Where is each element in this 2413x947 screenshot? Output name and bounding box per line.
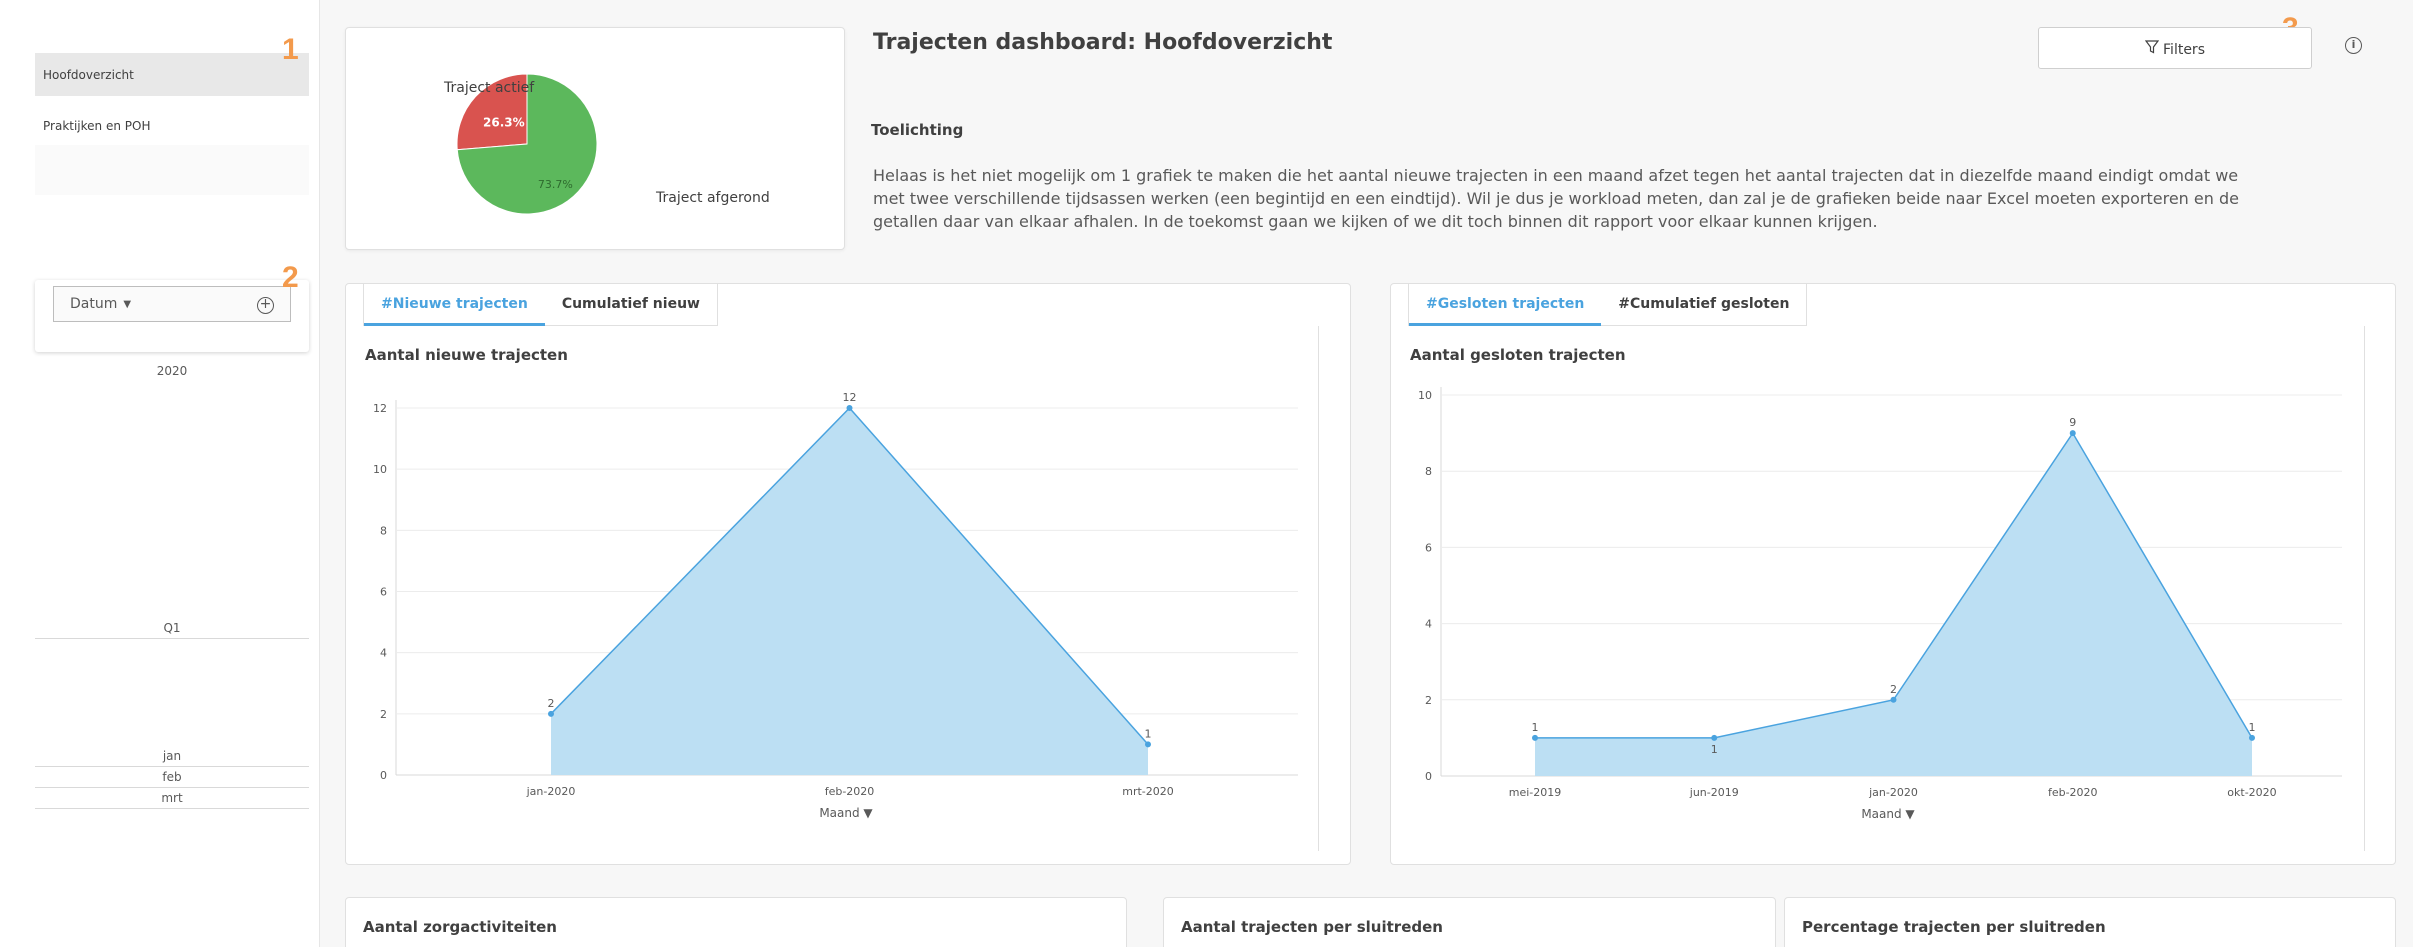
data-label: 12 bbox=[843, 391, 857, 404]
y-tick-label: 6 bbox=[1425, 541, 1432, 554]
card-zorgactiviteiten[interactable]: Aantal zorgactiviteiten bbox=[345, 897, 1127, 947]
sidebar: Hoofdoverzicht Praktijken en POH Datum ▼ … bbox=[0, 0, 320, 947]
y-tick-label: 0 bbox=[380, 769, 387, 782]
divider bbox=[35, 808, 309, 809]
sidebar-item-praktijken-en-poh[interactable]: Praktijken en POH bbox=[35, 104, 309, 147]
data-label: 1 bbox=[2249, 721, 2256, 734]
dimension-label: Maand ▼ bbox=[819, 806, 873, 820]
data-point bbox=[846, 405, 853, 411]
x-tick-label: feb-2020 bbox=[825, 785, 875, 798]
page-title: Trajecten dashboard: Hoofdoverzicht bbox=[873, 30, 1333, 55]
series-area bbox=[1535, 433, 2252, 776]
plus-circle-icon[interactable]: + bbox=[257, 297, 274, 314]
dimension-label: Maand ▼ bbox=[1861, 807, 1915, 821]
x-tick-label: okt-2020 bbox=[2227, 786, 2276, 799]
marker-1: 1 bbox=[282, 33, 299, 66]
y-tick-label: 12 bbox=[373, 402, 387, 415]
y-tick-label: 10 bbox=[373, 463, 387, 476]
chart-card-gesloten[interactable]: #Gesloten trajecten #Cumulatief gesloten… bbox=[1390, 283, 2396, 865]
y-tick-label: 2 bbox=[1425, 694, 1432, 707]
funnel-icon bbox=[2144, 40, 2160, 58]
card-title: Aantal zorgactiviteiten bbox=[363, 918, 557, 936]
data-point bbox=[1890, 696, 1897, 703]
tree-month[interactable]: jan bbox=[35, 749, 309, 763]
chart-card-nieuwe[interactable]: #Nieuwe trajecten Cumulatief nieuw Aanta… bbox=[345, 283, 1351, 865]
y-tick-label: 8 bbox=[380, 524, 387, 537]
area-chart-gesloten: 0 2 4 6 8 10 1 mei-2019 1 jun-2019 2 jan-2020 9 feb-2… bbox=[1418, 387, 2342, 821]
pie-legend-label-actief: Traject actief bbox=[444, 80, 535, 96]
card-percentage-per-sluitreden[interactable]: Percentage trajecten per sluitreden bbox=[1784, 897, 2396, 947]
area-chart-nieuwe: 0 2 4 6 8 10 12 2 jan-2020 12 feb-2020 1 mrt-2020 Maa… bbox=[373, 391, 1298, 820]
data-label: 1 bbox=[1532, 721, 1539, 734]
pie-chart-card[interactable]: 26.3% 73.7% Traject actief Traject afgero… bbox=[345, 27, 845, 250]
filters-button[interactable]: Filters bbox=[2038, 27, 2312, 69]
pie-chart: 26.3% 73.7% bbox=[456, 73, 598, 215]
data-point bbox=[548, 710, 554, 717]
info-icon[interactable]: i bbox=[2345, 37, 2362, 54]
data-label: 1 bbox=[1145, 727, 1152, 740]
divider bbox=[35, 787, 309, 788]
tree-year[interactable]: 2020 bbox=[35, 364, 309, 378]
x-tick-label: mrt-2020 bbox=[1122, 785, 1174, 798]
divider bbox=[35, 638, 309, 639]
data-label: 2 bbox=[1890, 683, 1897, 696]
y-tick-label: 2 bbox=[380, 708, 387, 721]
tree-month[interactable]: mrt bbox=[35, 791, 309, 805]
y-tick-label: 4 bbox=[380, 647, 387, 660]
pie-legend-label-afgerond: Traject afgerond bbox=[656, 190, 770, 206]
data-label: 2 bbox=[548, 697, 555, 710]
data-point bbox=[2249, 734, 2255, 741]
card-trajecten-per-sluitreden[interactable]: Aantal trajecten per sluitreden bbox=[1163, 897, 1776, 947]
datum-filter-button[interactable]: Datum ▼ + bbox=[53, 286, 291, 322]
x-tick-label: feb-2020 bbox=[2048, 786, 2098, 799]
pie-value-label: 73.7% bbox=[538, 178, 573, 191]
filters-label: Filters bbox=[2163, 42, 2205, 58]
data-point bbox=[1711, 734, 1718, 741]
x-tick-label: mei-2019 bbox=[1509, 786, 1562, 799]
pie-value-label: 26.3% bbox=[483, 116, 525, 130]
x-tick-label: jan-2020 bbox=[526, 785, 576, 798]
x-tick-label: jun-2019 bbox=[1689, 786, 1739, 799]
explanation-heading: Toelichting bbox=[871, 121, 964, 139]
y-tick-label: 8 bbox=[1425, 465, 1432, 478]
y-tick-label: 10 bbox=[1418, 389, 1432, 402]
x-tick-label: jan-2020 bbox=[1868, 786, 1918, 799]
y-tick-label: 4 bbox=[1425, 618, 1432, 631]
data-point bbox=[1532, 734, 1538, 741]
datum-filter-label: Datum bbox=[70, 296, 118, 312]
caret-down-icon: ▼ bbox=[123, 299, 132, 310]
marker-2: 2 bbox=[282, 261, 299, 294]
tree-quarter[interactable]: Q1 bbox=[35, 621, 309, 635]
card-title: Aantal trajecten per sluitreden bbox=[1181, 918, 1443, 936]
y-tick-label: 6 bbox=[380, 586, 387, 599]
filter-pane: Datum ▼ + bbox=[35, 280, 309, 352]
explanation-text: Helaas is het niet mogelijk om 1 grafiek… bbox=[873, 166, 2239, 231]
y-tick-label: 0 bbox=[1425, 770, 1432, 783]
tree-month[interactable]: feb bbox=[35, 770, 309, 784]
divider bbox=[35, 766, 309, 767]
data-point bbox=[1145, 741, 1151, 748]
data-point bbox=[2069, 430, 2076, 437]
sidebar-item-empty bbox=[35, 145, 309, 195]
data-label: 9 bbox=[2069, 416, 2076, 429]
sidebar-item-hoofdoverzicht[interactable]: Hoofdoverzicht bbox=[35, 53, 309, 96]
card-title: Percentage trajecten per sluitreden bbox=[1802, 918, 2106, 936]
data-label: 1 bbox=[1711, 743, 1718, 756]
